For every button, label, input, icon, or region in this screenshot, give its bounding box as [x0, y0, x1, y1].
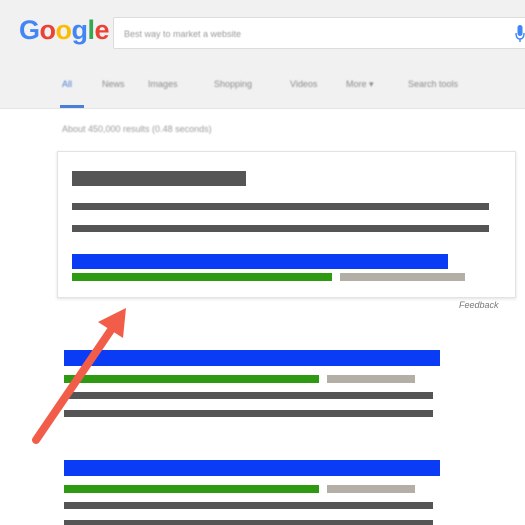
snippet-text-line: [72, 203, 489, 210]
tab-shopping[interactable]: Shopping: [214, 79, 252, 89]
tab-news[interactable]: News: [102, 79, 125, 89]
result-snippet-line: [64, 410, 433, 417]
result-meta: [327, 375, 415, 383]
search-box[interactable]: [113, 17, 525, 49]
logo-letter-g2: g: [71, 15, 89, 45]
result-url[interactable]: [64, 485, 319, 493]
logo-letter-o1: o: [39, 15, 57, 45]
tab-videos[interactable]: Videos: [290, 79, 317, 89]
search-input[interactable]: [122, 24, 506, 44]
active-tab-indicator: [60, 105, 84, 108]
logo-letter-o2: o: [55, 15, 73, 45]
result-title-link[interactable]: [64, 350, 440, 366]
result-meta: [327, 485, 415, 493]
result-title-link[interactable]: [64, 460, 440, 476]
result-snippet-line: [64, 520, 433, 525]
google-logo[interactable]: Google: [19, 15, 110, 45]
snippet-result-title-link[interactable]: [72, 254, 448, 269]
top-bar: Google: [0, 0, 525, 62]
tab-images[interactable]: Images: [148, 79, 178, 89]
featured-snippet-card: [57, 151, 516, 298]
feedback-link[interactable]: Feedback: [459, 300, 499, 310]
logo-letter-g: G: [19, 15, 40, 45]
results-stats: About 450,000 results (0.48 seconds): [62, 124, 212, 134]
tab-all[interactable]: All: [62, 79, 72, 89]
logo-letter-l: l: [87, 15, 96, 45]
snippet-result-meta: [340, 273, 465, 281]
tab-more[interactable]: More ▾: [346, 79, 374, 90]
snippet-text-line: [72, 225, 489, 232]
result-url[interactable]: [64, 375, 319, 383]
result-snippet-line: [64, 392, 433, 399]
search-tabs: All News Images Shopping Videos More ▾ S…: [0, 62, 525, 109]
snippet-heading: [72, 171, 246, 186]
microphone-icon[interactable]: [515, 24, 525, 44]
tab-search-tools[interactable]: Search tools: [408, 79, 458, 89]
snippet-result-url[interactable]: [72, 273, 332, 281]
result-snippet-line: [64, 502, 433, 509]
logo-letter-e: e: [94, 15, 110, 45]
